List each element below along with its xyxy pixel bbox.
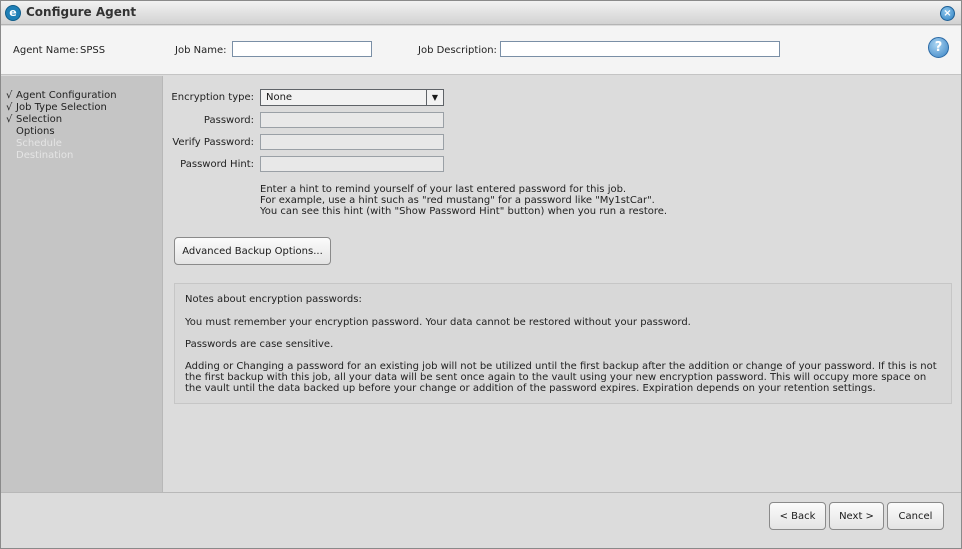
- encryption-type-select[interactable]: None ▼: [260, 89, 444, 106]
- job-name-input[interactable]: [232, 41, 372, 57]
- step-label: Agent Configuration: [16, 90, 117, 101]
- step-job-type-selection[interactable]: √ Job Type Selection: [6, 102, 107, 113]
- hint-help-line-1: Enter a hint to remind yourself of your …: [260, 184, 627, 195]
- help-icon[interactable]: ?: [928, 37, 949, 58]
- step-selection[interactable]: √ Selection: [6, 114, 62, 125]
- checkmark-icon: √: [6, 114, 13, 125]
- options-panel: Encryption type: None ▼ Password: Verify…: [164, 76, 961, 492]
- job-name-label: Job Name:: [175, 45, 227, 56]
- advanced-backup-options-button[interactable]: Advanced Backup Options...: [174, 237, 331, 265]
- encryption-type-label: Encryption type:: [171, 92, 254, 103]
- e-logo-icon: e: [5, 5, 21, 21]
- step-label: Destination: [16, 150, 74, 161]
- configure-agent-window: e Configure Agent × Agent Name: SPSS Job…: [0, 0, 962, 549]
- step-destination: Destination: [6, 150, 73, 161]
- verify-password-field[interactable]: [260, 134, 444, 150]
- step-schedule: Schedule: [6, 138, 62, 149]
- wizard-footer: < Back Next > Cancel: [1, 492, 961, 548]
- agent-name-value: SPSS: [80, 45, 106, 56]
- password-label: Password:: [203, 115, 254, 126]
- notes-line-remember: You must remember your encryption passwo…: [185, 317, 691, 328]
- close-icon[interactable]: ×: [940, 6, 955, 21]
- wizard-steps-sidebar: √ Agent Configuration √ Job Type Selection…: [1, 76, 163, 492]
- window-title: Configure Agent: [26, 5, 137, 19]
- hint-help-line-2: For example, use a hint such as "red mus…: [260, 195, 655, 206]
- step-label: Job Type Selection: [16, 102, 107, 113]
- verify-password-label: Verify Password:: [172, 137, 254, 148]
- chevron-down-icon[interactable]: ▼: [426, 90, 443, 105]
- job-description-label: Job Description:: [418, 45, 497, 56]
- title-bar[interactable]: e Configure Agent ×: [1, 1, 961, 25]
- encryption-notes-box: Notes about encryption passwords: You mu…: [174, 283, 952, 404]
- job-description-input[interactable]: [500, 41, 780, 57]
- step-options[interactable]: Options: [6, 126, 55, 137]
- notes-line-case-sensitive: Passwords are case sensitive.: [185, 339, 334, 350]
- back-button[interactable]: < Back: [769, 502, 826, 530]
- password-hint-field[interactable]: [260, 156, 444, 172]
- step-label: Options: [16, 126, 55, 137]
- job-header: Agent Name: SPSS Job Name: Job Descripti…: [1, 26, 961, 75]
- agent-name-label: Agent Name:: [13, 45, 79, 56]
- cancel-button[interactable]: Cancel: [887, 502, 944, 530]
- step-agent-configuration[interactable]: √ Agent Configuration: [6, 90, 117, 101]
- checkmark-icon: √: [6, 102, 13, 113]
- step-label: Selection: [16, 114, 63, 125]
- notes-title: Notes about encryption passwords:: [185, 294, 362, 305]
- step-label: Schedule: [16, 138, 62, 149]
- checkmark-icon: √: [6, 90, 13, 101]
- hint-help-line-3: You can see this hint (with "Show Passwo…: [260, 206, 668, 217]
- password-hint-label: Password Hint:: [180, 159, 254, 170]
- password-field[interactable]: [260, 112, 444, 128]
- encryption-type-value: None: [266, 92, 293, 103]
- notes-line-changing-password: Adding or Changing a password for an exi…: [185, 361, 937, 394]
- next-button[interactable]: Next >: [829, 502, 884, 530]
